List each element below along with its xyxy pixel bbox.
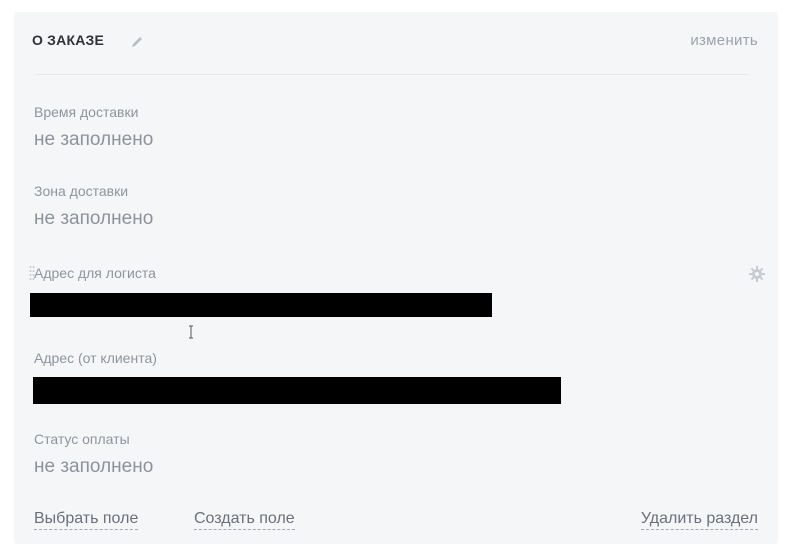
create-field-link[interactable]: Создать поле xyxy=(194,509,295,530)
header-divider xyxy=(36,74,748,75)
choose-field-link[interactable]: Выбрать поле xyxy=(34,509,139,530)
text-cursor-icon xyxy=(188,325,194,339)
delete-section-link[interactable]: Удалить раздел xyxy=(640,509,758,530)
field-label: Время доставки xyxy=(34,104,139,120)
field-label: Зона доставки xyxy=(34,183,129,199)
section-title: О ЗАКАЗЕ xyxy=(32,32,105,48)
field-label: Статус оплаты xyxy=(34,431,130,447)
section-footer: Выбрать поле Создать поле Удалить раздел xyxy=(34,509,758,533)
field-value[interactable]: не заполнено xyxy=(34,206,760,232)
order-section-card: О ЗАКАЗЕ изменить Время доставки не запо… xyxy=(14,12,778,544)
field-logistics-address[interactable]: Адрес для логиста xyxy=(29,264,765,282)
field-label: Адрес для логиста xyxy=(34,265,156,281)
redacted-value xyxy=(30,293,492,317)
field-value[interactable]: не заполнено xyxy=(34,127,760,153)
field-value[interactable]: не заполнено xyxy=(34,454,760,480)
redacted-value xyxy=(33,377,561,404)
field-delivery-time[interactable]: Время доставки не заполнено xyxy=(34,103,760,153)
gear-icon[interactable] xyxy=(748,265,766,283)
field-delivery-zone[interactable]: Зона доставки не заполнено xyxy=(34,182,760,232)
field-client-address[interactable]: Адрес (от клиента) xyxy=(34,349,760,367)
section-header: О ЗАКАЗЕ изменить xyxy=(32,30,758,60)
field-label: Адрес (от клиента) xyxy=(34,350,157,366)
field-payment-status[interactable]: Статус оплаты не заполнено xyxy=(34,430,760,480)
drag-handle-icon[interactable] xyxy=(29,264,35,282)
edit-section-link[interactable]: изменить xyxy=(690,32,758,49)
pencil-icon[interactable] xyxy=(128,33,146,51)
